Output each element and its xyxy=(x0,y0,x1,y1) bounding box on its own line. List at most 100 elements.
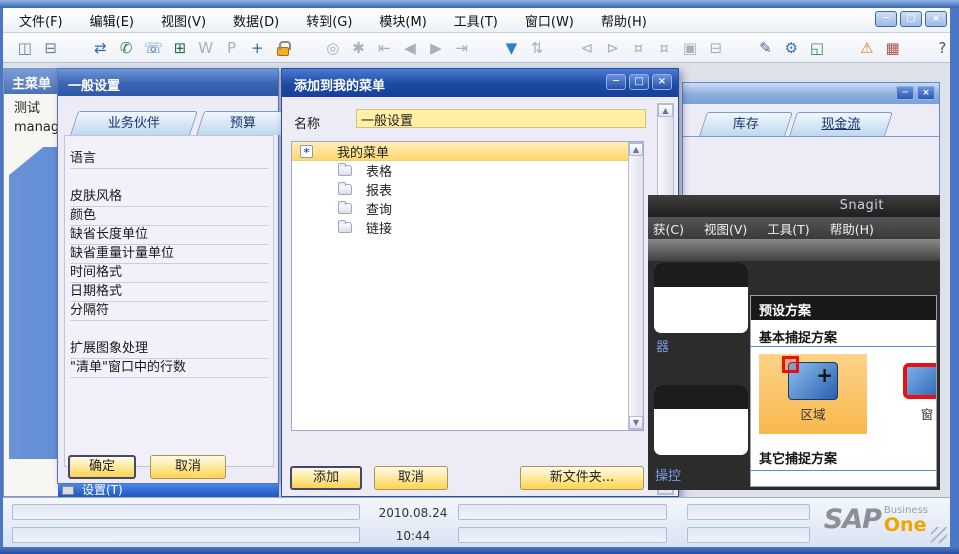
first-record-icon[interactable]: ⇤ xyxy=(376,39,392,57)
menu-item-6[interactable]: 工具(T) xyxy=(454,11,498,30)
print-preview-icon[interactable]: ◫ xyxy=(17,39,33,57)
gross-profit-icon[interactable]: ¤ xyxy=(656,39,672,57)
next-record-icon[interactable]: ▶ xyxy=(428,39,444,57)
tab-预算[interactable]: 预算 xyxy=(196,111,290,135)
scroll-up-icon[interactable]: ▲ xyxy=(629,143,643,156)
resize-grip[interactable] xyxy=(931,527,947,543)
word-export-icon[interactable]: W xyxy=(198,39,214,57)
menu-item-1[interactable]: 编辑(E) xyxy=(90,11,134,30)
snagit-window: Snagit 获(C) 视图(V) 工具(T) 帮助(H) 器 操控 预设方案 基本捕… xyxy=(648,195,940,490)
add-to-my-menu-dialog: 添加到我的菜单 ─ □ × 名称 一般设置 * 我的菜单 表格 报表 查询 链接 ▲ … xyxy=(281,68,679,497)
menu-item-2[interactable]: 视图(V) xyxy=(161,11,206,30)
add-button[interactable]: 添加 xyxy=(290,466,362,490)
close-icon[interactable]: × xyxy=(917,86,935,100)
tree-root-row[interactable]: * 我的菜单 xyxy=(292,142,643,161)
window-tile-label: 窗 xyxy=(920,407,934,422)
snagit-menu-item-0[interactable]: 获(C) xyxy=(653,219,684,238)
minimize-icon[interactable]: ─ xyxy=(875,11,897,27)
basic-capture-section-title: 基本捕捉方案 xyxy=(759,331,838,346)
snagit-menu-item-2[interactable]: 工具(T) xyxy=(767,219,809,238)
fax-icon[interactable]: ☏ xyxy=(144,39,163,57)
cancel-button[interactable]: 取消 xyxy=(150,455,226,479)
help-icon[interactable]: ? xyxy=(934,39,950,57)
snagit-thumbnail[interactable] xyxy=(654,263,748,333)
tab-业务伙伴[interactable]: 业务伙伴 xyxy=(70,111,198,135)
cancel-button[interactable]: 取消 xyxy=(374,466,448,490)
region-capture-tile[interactable]: + 区域 xyxy=(759,354,867,434)
close-icon[interactable]: × xyxy=(652,74,672,90)
tree-root-label: 我的菜单 xyxy=(337,145,390,161)
snagit-menu-item-3[interactable]: 帮助(H) xyxy=(830,219,874,238)
query-form-icon[interactable]: ◱ xyxy=(809,39,825,57)
window-capture-tile[interactable]: 窗 xyxy=(873,354,936,434)
next-document-icon[interactable]: ⊳ xyxy=(605,39,621,57)
tab-label: 库存 xyxy=(732,117,759,132)
maximize-icon[interactable]: □ xyxy=(629,74,649,90)
folder-icon xyxy=(338,182,352,195)
background-window-titlebar[interactable]: ─ × xyxy=(683,83,939,104)
settings-field-label: "清单"窗口中的行数 xyxy=(70,359,269,378)
region-tile-label: 区域 xyxy=(800,407,826,422)
snagit-menu-item-1[interactable]: 视图(V) xyxy=(704,219,747,238)
tree-item-label: 表格 xyxy=(366,165,393,180)
highlighted-menu-row[interactable]: 设置(T) xyxy=(58,484,279,497)
minimize-icon[interactable]: ─ xyxy=(606,74,626,90)
filter-icon[interactable]: ▼ xyxy=(503,39,519,57)
lock-glyph xyxy=(277,40,291,56)
pdf-export-icon[interactable]: P xyxy=(224,39,240,57)
previous-document-icon[interactable]: ⊲ xyxy=(579,39,595,57)
send-message-icon[interactable]: ⇄ xyxy=(93,39,109,57)
maximize-icon[interactable]: □ xyxy=(900,11,922,27)
snagit-thumbnail[interactable] xyxy=(654,385,748,455)
journal-icon[interactable]: ⊟ xyxy=(708,39,724,57)
scroll-down-icon[interactable]: ▼ xyxy=(629,416,643,429)
excel-export-icon[interactable]: ⊞ xyxy=(172,39,188,57)
payment-means-icon[interactable]: ¤ xyxy=(631,39,647,57)
calendar-icon[interactable]: ▦ xyxy=(885,39,901,57)
tab-现金流[interactable]: 现金流 xyxy=(789,112,893,136)
tree-children: 表格 报表 查询 链接 xyxy=(292,161,643,237)
menu-item-7[interactable]: 窗口(W) xyxy=(525,11,574,30)
sort-icon[interactable]: ⇅ xyxy=(529,39,545,57)
tree-item-0[interactable]: 表格 xyxy=(292,161,643,180)
new-folder-button[interactable]: 新文件夹... xyxy=(520,466,644,490)
menu-item-4[interactable]: 转到(G) xyxy=(306,11,352,30)
last-record-icon[interactable]: ⇥ xyxy=(454,39,470,57)
tree-item-1[interactable]: 报表 xyxy=(292,180,643,199)
edit-pencil-icon[interactable]: ✎ xyxy=(758,39,774,57)
my-menu-tree: * 我的菜单 表格 报表 查询 链接 ▲ ▼ xyxy=(291,141,644,431)
add-record-icon[interactable]: ✱ xyxy=(351,39,367,57)
general-settings-titlebar[interactable]: 一般设置 xyxy=(58,69,278,96)
alert-warning-icon[interactable]: ⚠ xyxy=(859,39,875,57)
navigate-icon[interactable]: + xyxy=(249,39,265,57)
sap-business-one-window: 文件(F) 编辑(E) 视图(V) 数据(D) 转到(G) 模块(M) 工具(T) 窗口(W)… xyxy=(0,0,959,554)
add-dialog-titlebar[interactable]: 添加到我的菜单 ─ □ × xyxy=(282,69,678,97)
tab-库存[interactable]: 库存 xyxy=(699,112,793,136)
name-input[interactable]: 一般设置 xyxy=(356,109,646,129)
menu-item-8[interactable]: 帮助(H) xyxy=(601,11,647,30)
copy-table-icon[interactable]: ▣ xyxy=(682,39,698,57)
snagit-menu-bar: 获(C) 视图(V) 工具(T) 帮助(H) xyxy=(648,217,940,239)
tree-scrollbar[interactable]: ▲ ▼ xyxy=(628,142,643,430)
mobile-phone-icon[interactable]: ✆ xyxy=(118,39,134,57)
minimize-icon[interactable]: ─ xyxy=(896,86,914,100)
tree-item-2[interactable]: 查询 xyxy=(292,199,643,218)
tree-item-3[interactable]: 链接 xyxy=(292,218,643,237)
form-settings-gear-icon[interactable]: ⚙ xyxy=(783,39,799,57)
print-icon[interactable]: ⊟ xyxy=(43,39,59,57)
menu-item-0[interactable]: 文件(F) xyxy=(19,11,63,30)
ok-button[interactable]: 确定 xyxy=(68,455,136,479)
snagit-partial-label[interactable]: 器 xyxy=(656,336,669,355)
settings-field-label: 皮肤风格 xyxy=(70,188,269,207)
close-icon[interactable]: × xyxy=(925,11,947,27)
snagit-titlebar[interactable]: Snagit xyxy=(648,195,940,217)
window-bottom-border xyxy=(0,547,959,554)
menu-item-5[interactable]: 模块(M) xyxy=(379,11,426,30)
other-capture-section-title: 其它捕捉方案 xyxy=(759,452,838,467)
find-icon[interactable]: ◎ xyxy=(325,39,341,57)
lock-icon[interactable] xyxy=(275,39,291,57)
previous-record-icon[interactable]: ◀ xyxy=(402,39,418,57)
scroll-up-icon[interactable]: ▲ xyxy=(658,104,673,117)
menu-item-3[interactable]: 数据(D) xyxy=(233,11,279,30)
snagit-partial-label[interactable]: 操控 xyxy=(655,465,681,484)
